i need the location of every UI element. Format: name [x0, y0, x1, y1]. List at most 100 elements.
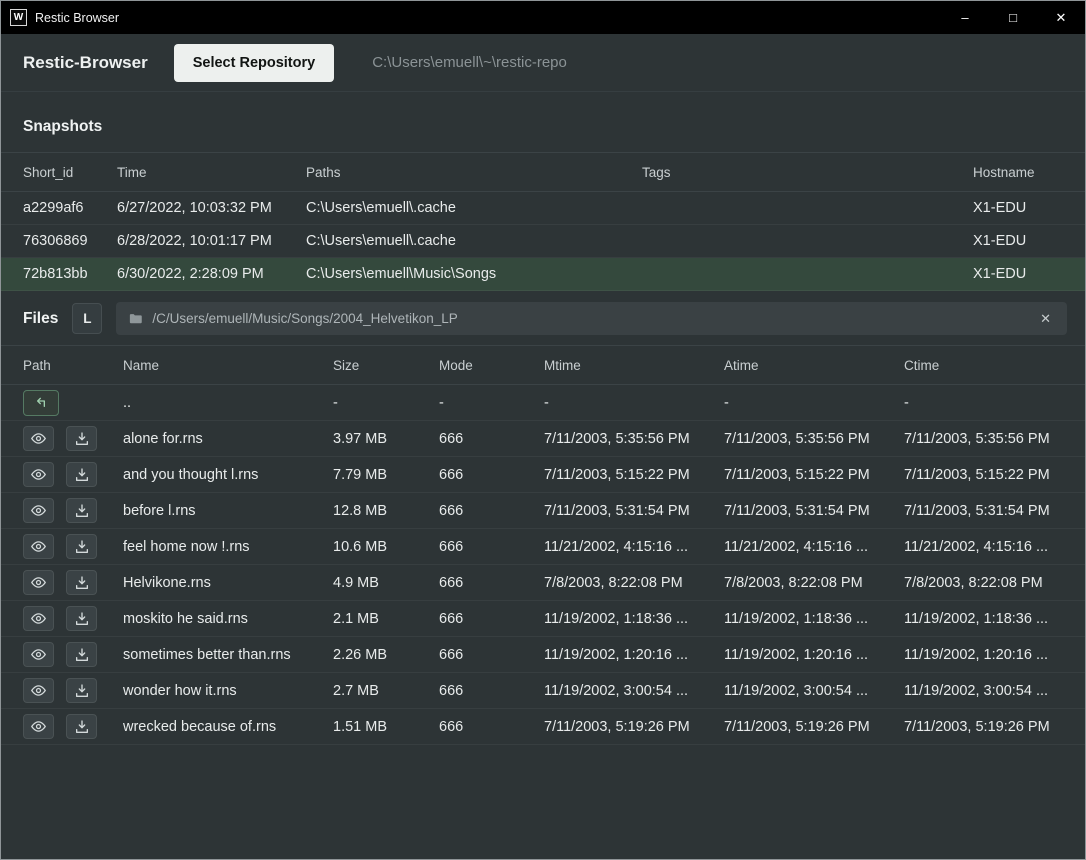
file-ctime: 11/19/2002, 3:00:54 ...: [904, 683, 1063, 699]
select-repository-button[interactable]: Select Repository: [174, 44, 335, 82]
file-size: 3.97 MB: [333, 431, 439, 447]
download-file-button[interactable]: [66, 498, 97, 523]
download-file-button[interactable]: [66, 462, 97, 487]
app-header: Restic-Browser Select Repository C:\User…: [1, 34, 1085, 92]
content-background: [1, 745, 1085, 859]
repository-path: C:\Users\emuell\~\restic-repo: [372, 54, 567, 71]
download-file-button[interactable]: [66, 678, 97, 703]
maximize-button[interactable]: □: [989, 1, 1037, 34]
files-title: Files: [23, 310, 58, 328]
preview-file-button[interactable]: [23, 606, 54, 631]
preview-file-button[interactable]: [23, 426, 54, 451]
file-mtime: 7/11/2003, 5:35:56 PM: [544, 431, 724, 447]
file-mtime: 11/19/2002, 1:18:36 ...: [544, 611, 724, 627]
snapshot-row[interactable]: a2299af6 6/27/2022, 10:03:32 PM C:\Users…: [1, 192, 1085, 225]
file-name: Helvikone.rns: [123, 575, 333, 591]
eye-icon: [30, 646, 47, 663]
file-path-bar[interactable]: /C/Users/emuell/Music/Songs/2004_Helveti…: [116, 302, 1067, 335]
column-mode: Mode: [439, 358, 544, 373]
file-mtime: 11/19/2002, 1:20:16 ...: [544, 647, 724, 663]
preview-file-button[interactable]: [23, 642, 54, 667]
download-icon: [74, 575, 90, 591]
window-controls: – □ ✕: [941, 1, 1085, 34]
files-table: Path Name Size Mode Mtime Atime Ctime ..…: [1, 345, 1085, 745]
snapshot-paths: C:\Users\emuell\.cache: [306, 233, 642, 249]
column-mtime: Mtime: [544, 358, 724, 373]
column-name: Name: [123, 358, 333, 373]
preview-file-button[interactable]: [23, 570, 54, 595]
download-icon: [74, 467, 90, 483]
file-size: 4.9 MB: [333, 575, 439, 591]
column-paths: Paths: [306, 165, 642, 180]
close-button[interactable]: ✕: [1037, 1, 1085, 34]
file-atime: 7/11/2003, 5:15:22 PM: [724, 467, 904, 483]
download-file-button[interactable]: [66, 570, 97, 595]
file-name: before l.rns: [123, 503, 333, 519]
go-up-directory-button[interactable]: [23, 390, 59, 416]
snapshot-hostname: X1-EDU: [973, 200, 1063, 216]
eye-icon: [30, 574, 47, 591]
file-mtime: 7/8/2003, 8:22:08 PM: [544, 575, 724, 591]
file-row[interactable]: before l.rns 12.8 MB 666 7/11/2003, 5:31…: [1, 493, 1085, 529]
file-mode: 666: [439, 431, 544, 447]
files-header-row: Path Name Size Mode Mtime Atime Ctime: [1, 345, 1085, 385]
download-file-button[interactable]: [66, 534, 97, 559]
files-toolbar: Files L /C/Users/emuell/Music/Songs/2004…: [1, 291, 1085, 345]
eye-icon: [30, 538, 47, 555]
file-name: sometimes better than.rns: [123, 647, 333, 663]
file-size: 12.8 MB: [333, 503, 439, 519]
file-size: 2.7 MB: [333, 683, 439, 699]
file-ctime: 7/8/2003, 8:22:08 PM: [904, 575, 1063, 591]
preview-file-button[interactable]: [23, 534, 54, 559]
file-row[interactable]: wrecked because of.rns 1.51 MB 666 7/11/…: [1, 709, 1085, 745]
file-mode: 666: [439, 539, 544, 555]
file-size: 10.6 MB: [333, 539, 439, 555]
parent-directory-row[interactable]: .. - - - - -: [1, 385, 1085, 421]
file-size: 1.51 MB: [333, 719, 439, 735]
download-file-button[interactable]: [66, 426, 97, 451]
snapshot-time: 6/27/2022, 10:03:32 PM: [117, 200, 306, 216]
file-row[interactable]: sometimes better than.rns 2.26 MB 666 11…: [1, 637, 1085, 673]
download-file-button[interactable]: [66, 606, 97, 631]
preview-file-button[interactable]: [23, 714, 54, 739]
eye-icon: [30, 502, 47, 519]
download-file-button[interactable]: [66, 714, 97, 739]
file-mtime: -: [544, 395, 724, 411]
file-row[interactable]: wonder how it.rns 2.7 MB 666 11/19/2002,…: [1, 673, 1085, 709]
file-row[interactable]: and you thought l.rns 7.79 MB 666 7/11/2…: [1, 457, 1085, 493]
current-path: /C/Users/emuell/Music/Songs/2004_Helveti…: [152, 311, 1027, 326]
file-atime: 11/19/2002, 1:18:36 ...: [724, 611, 904, 627]
file-ctime: 11/19/2002, 1:20:16 ...: [904, 647, 1063, 663]
file-name: wonder how it.rns: [123, 683, 333, 699]
file-row[interactable]: moskito he said.rns 2.1 MB 666 11/19/200…: [1, 601, 1085, 637]
file-row[interactable]: feel home now !.rns 10.6 MB 666 11/21/20…: [1, 529, 1085, 565]
file-ctime: 11/21/2002, 4:15:16 ...: [904, 539, 1063, 555]
snapshot-time: 6/30/2022, 2:28:09 PM: [117, 266, 306, 282]
app-title: Restic-Browser: [23, 53, 148, 73]
snapshots-table: Short_id Time Paths Tags Hostname a2299a…: [1, 152, 1085, 291]
file-mode: 666: [439, 611, 544, 627]
file-row[interactable]: alone for.rns 3.97 MB 666 7/11/2003, 5:3…: [1, 421, 1085, 457]
column-ctime: Ctime: [904, 358, 1063, 373]
snapshot-row[interactable]: 76306869 6/28/2022, 10:01:17 PM C:\Users…: [1, 225, 1085, 258]
file-mode: 666: [439, 467, 544, 483]
preview-file-button[interactable]: [23, 462, 54, 487]
download-file-button[interactable]: [66, 642, 97, 667]
files-mode-button[interactable]: L: [72, 303, 102, 334]
file-name: moskito he said.rns: [123, 611, 333, 627]
file-name: feel home now !.rns: [123, 539, 333, 555]
preview-file-button[interactable]: [23, 498, 54, 523]
snapshot-row-selected[interactable]: 72b813bb 6/30/2022, 2:28:09 PM C:\Users\…: [1, 258, 1085, 291]
clear-path-button[interactable]: ✕: [1036, 309, 1055, 329]
file-atime: 11/21/2002, 4:15:16 ...: [724, 539, 904, 555]
snapshot-paths: C:\Users\emuell\.cache: [306, 200, 642, 216]
minimize-button[interactable]: –: [941, 1, 989, 34]
close-icon: ✕: [1040, 311, 1051, 326]
download-icon: [74, 539, 90, 555]
file-atime: 11/19/2002, 1:20:16 ...: [724, 647, 904, 663]
file-mode: 666: [439, 503, 544, 519]
preview-file-button[interactable]: [23, 678, 54, 703]
column-time: Time: [117, 165, 306, 180]
eye-icon: [30, 682, 47, 699]
file-row[interactable]: Helvikone.rns 4.9 MB 666 7/8/2003, 8:22:…: [1, 565, 1085, 601]
